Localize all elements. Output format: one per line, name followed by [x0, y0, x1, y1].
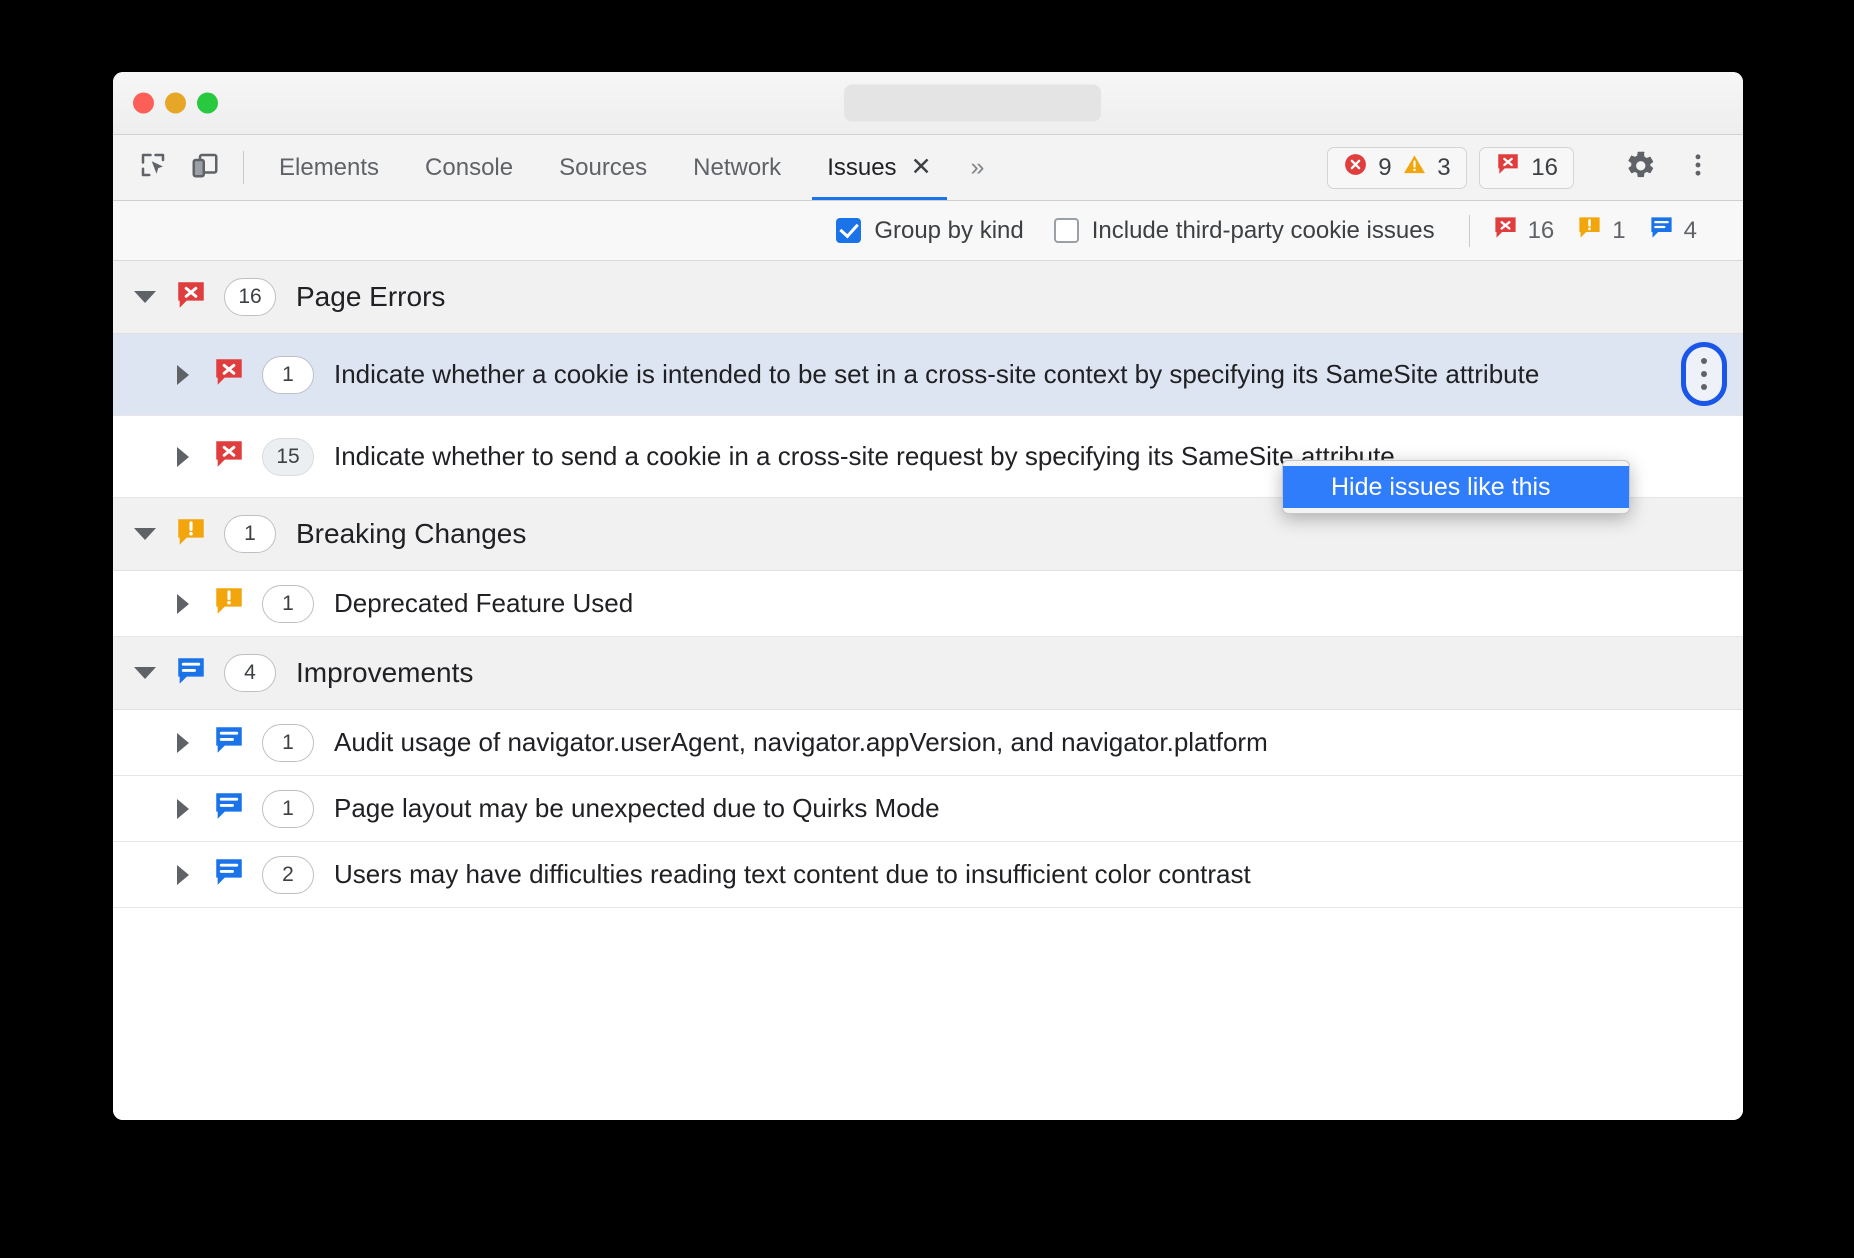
third-party-cookies-checkbox[interactable]: Include third-party cookie issues — [1054, 217, 1435, 245]
more-options-button[interactable] — [1669, 143, 1727, 193]
group-by-kind-label: Group by kind — [874, 217, 1023, 245]
tab-network[interactable]: Network — [670, 135, 804, 200]
issue-info-bubble-icon — [1648, 214, 1675, 248]
group-count-badge: 16 — [224, 278, 276, 316]
devtools-window: DevTools Elements — [113, 72, 1743, 1120]
issue-row[interactable]: 1 Indicate whether a cookie is intended … — [113, 334, 1743, 416]
issue-warning-bubble-icon — [212, 584, 246, 623]
devtools-tabstrip: Elements Console Sources Network Issues … — [113, 135, 1743, 201]
group-count-badge: 1 — [224, 515, 276, 553]
issue-count-badge: 1 — [262, 585, 314, 623]
panel-tabs: Elements Console Sources Network Issues … — [256, 135, 1000, 200]
inspect-element-icon — [138, 150, 168, 185]
error-circle-icon — [1343, 152, 1368, 184]
filter-warning-value: 1 — [1612, 217, 1625, 245]
gear-icon — [1624, 149, 1657, 187]
chevron-right-icon[interactable] — [168, 733, 198, 753]
chevron-right-icon[interactable] — [168, 865, 198, 885]
inspect-element-button[interactable] — [127, 135, 179, 200]
chevron-down-icon[interactable] — [130, 291, 160, 303]
tab-console[interactable]: Console — [402, 135, 536, 200]
group-by-kind-checkbox[interactable]: Group by kind — [836, 217, 1023, 245]
issue-title: Indicate whether to send a cookie in a c… — [334, 439, 1435, 473]
window-titlebar: DevTools — [113, 72, 1743, 135]
filter-warning-count: 1 — [1576, 214, 1625, 248]
context-menu-item-hide-issues[interactable]: Hide issues like this — [1283, 466, 1629, 508]
kebab-menu-icon — [1684, 150, 1712, 185]
issues-filter-bar: Group by kind Include third-party cookie… — [113, 201, 1743, 261]
group-by-kind-box[interactable] — [836, 218, 861, 243]
issue-kebab-menu-button[interactable] — [1681, 342, 1727, 406]
issue-group-improvements[interactable]: 4 Improvements — [113, 637, 1743, 710]
tab-network-label: Network — [693, 154, 781, 182]
chevron-down-icon[interactable] — [130, 528, 160, 540]
issue-group-title: Breaking Changes — [296, 518, 526, 550]
settings-button[interactable] — [1611, 143, 1669, 193]
issue-count-badge: 15 — [262, 438, 314, 476]
issue-warning-bubble-icon — [174, 515, 208, 554]
filter-info-count: 4 — [1648, 214, 1697, 248]
issue-error-bubble-icon — [212, 355, 246, 394]
toolbar-right-cluster: 9 3 16 — [1327, 135, 1743, 200]
issues-count: 16 — [1531, 154, 1558, 182]
console-warning-count: 3 — [1437, 154, 1451, 182]
issue-title: Page layout may be unexpected due to Qui… — [334, 791, 980, 825]
issue-info-bubble-icon — [212, 789, 246, 828]
titlebar-pill — [844, 85, 1101, 122]
issue-title: Users may have difficulties reading text… — [334, 857, 1291, 891]
filter-info-value: 4 — [1684, 217, 1697, 245]
toolbar-divider — [243, 151, 244, 184]
issue-row[interactable]: 1 Deprecated Feature Used — [113, 571, 1743, 637]
issue-row[interactable]: 2 Users may have difficulties reading te… — [113, 842, 1743, 908]
more-tabs-icon[interactable]: » — [955, 135, 1001, 200]
issue-title: Indicate whether a cookie is intended to… — [334, 357, 1579, 391]
tab-issues-label: Issues — [827, 154, 896, 182]
group-count-badge: 4 — [224, 654, 276, 692]
filter-error-value: 16 — [1528, 217, 1555, 245]
issue-group-title: Page Errors — [296, 281, 445, 313]
issues-list: 16 Page Errors 1 Indicate whether a cook… — [113, 261, 1743, 1120]
chevron-down-icon[interactable] — [130, 667, 160, 679]
tab-console-label: Console — [425, 154, 513, 182]
chevron-right-icon[interactable] — [168, 594, 198, 614]
tab-elements-label: Elements — [279, 154, 379, 182]
chevron-right-icon[interactable] — [168, 799, 198, 819]
issue-title: Audit usage of navigator.userAgent, navi… — [334, 725, 1308, 759]
console-counters[interactable]: 9 3 — [1327, 147, 1467, 189]
chevron-right-icon[interactable] — [168, 447, 198, 467]
issue-error-bubble-icon — [1495, 151, 1521, 184]
third-party-cookies-box[interactable] — [1054, 218, 1079, 243]
issue-error-bubble-icon — [174, 278, 208, 317]
issue-error-bubble-icon — [1492, 214, 1519, 248]
issue-info-bubble-icon — [174, 654, 208, 693]
filter-divider — [1469, 215, 1470, 247]
warning-triangle-icon — [1402, 152, 1427, 184]
issue-warning-bubble-icon — [1576, 214, 1603, 248]
filter-error-count: 16 — [1492, 214, 1555, 248]
device-toolbar-icon — [190, 150, 220, 185]
issue-info-bubble-icon — [212, 855, 246, 894]
issue-group-title: Improvements — [296, 657, 473, 689]
third-party-cookies-label: Include third-party cookie issues — [1092, 217, 1435, 245]
issue-context-menu: Hide issues like this — [1282, 460, 1630, 514]
device-toolbar-button[interactable] — [179, 135, 231, 200]
tab-sources-label: Sources — [559, 154, 647, 182]
issue-count-badge: 1 — [262, 790, 314, 828]
issue-count-badge: 1 — [262, 724, 314, 762]
issue-info-bubble-icon — [212, 723, 246, 762]
tab-sources[interactable]: Sources — [536, 135, 670, 200]
issue-group-page-errors[interactable]: 16 Page Errors — [113, 261, 1743, 334]
issue-row[interactable]: 1 Page layout may be unexpected due to Q… — [113, 776, 1743, 842]
chevron-right-icon[interactable] — [168, 365, 198, 385]
issue-count-badge: 1 — [262, 356, 314, 394]
console-error-count: 9 — [1378, 154, 1392, 182]
issue-error-bubble-icon — [212, 437, 246, 476]
issue-row[interactable]: 1 Audit usage of navigator.userAgent, na… — [113, 710, 1743, 776]
issue-title: Deprecated Feature Used — [334, 586, 673, 620]
issues-counter[interactable]: 16 — [1479, 147, 1574, 189]
tab-elements[interactable]: Elements — [256, 135, 402, 200]
close-icon[interactable]: ✕ — [911, 155, 932, 180]
tab-issues[interactable]: Issues ✕ — [804, 135, 954, 200]
issue-count-badge: 2 — [262, 856, 314, 894]
